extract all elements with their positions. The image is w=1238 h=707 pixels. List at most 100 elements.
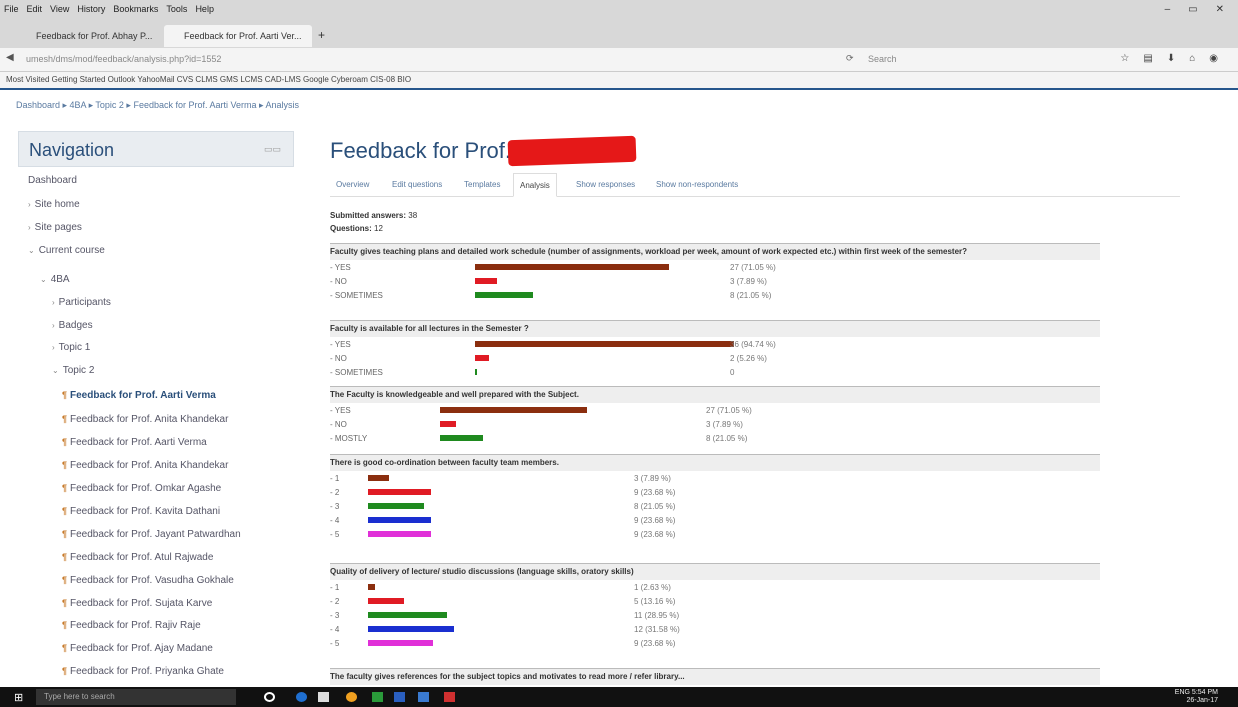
navigation-item[interactable]: ¶ Feedback for Prof. Omkar Agashe — [62, 483, 221, 494]
taskbar-search[interactable]: Type here to search — [36, 689, 236, 705]
download-icon[interactable]: ⬇ — [1167, 53, 1175, 64]
answer-value: 8 (21.05 %) — [730, 291, 772, 300]
navigation-item-label: Feedback for Prof. Sujata Karve — [70, 598, 213, 609]
chevron-down-icon[interactable]: ⌄ — [52, 366, 59, 375]
language-indicator: ENG — [1174, 689, 1190, 696]
reading-list-icon[interactable]: ▤ — [1143, 53, 1152, 64]
answer-bar — [440, 421, 456, 427]
navigation-item[interactable]: ¶ Feedback for Prof. Sujata Karve — [62, 598, 212, 609]
answer-label: - 4 — [330, 516, 340, 525]
chevron-down-icon[interactable]: ⌄ — [40, 275, 47, 284]
toolbar-icons: ☆ ▤ ⬇ ⌂ ◉ — [1120, 53, 1218, 64]
tab-strip: Feedback for Prof. Abhay P... Feedback f… — [0, 22, 1238, 48]
navigation-header: Navigation ▭▭ — [18, 131, 294, 167]
navigation-item[interactable]: ¶ Feedback for Prof. Rajiv Raje — [62, 620, 201, 631]
breadcrumb[interactable]: Dashboard ▸ 4BA ▸ Topic 2 ▸ Feedback for… — [16, 100, 299, 111]
navigation-item[interactable]: › Badges — [52, 320, 93, 331]
answer-bar — [475, 278, 497, 284]
navigation-item[interactable]: › Participants — [52, 297, 111, 308]
tab-show-non-respondents[interactable]: Show non-respondents — [650, 173, 744, 197]
shield-icon[interactable]: ◉ — [1209, 53, 1218, 64]
answer-label: - 5 — [330, 639, 340, 648]
navigation-item[interactable]: ¶ Feedback for Prof. Atul Rajwade — [62, 552, 213, 563]
tab-overview[interactable]: Overview — [330, 173, 375, 197]
menu-item[interactable]: History — [77, 4, 105, 14]
system-tray: ENG 5:54 PM 26-Jan-17 — [1175, 689, 1218, 705]
navigation-item[interactable]: ¶ Feedback for Prof. Jayant Patwardhan — [62, 529, 241, 540]
navigation-item[interactable]: ¶ Feedback for Prof. Anita Khandekar — [62, 460, 228, 471]
tab-analysis[interactable]: Analysis — [513, 173, 557, 197]
answer-label: - MOSTLY — [330, 434, 368, 443]
chevron-right-icon[interactable]: › — [28, 200, 31, 209]
answer-bar — [475, 341, 734, 347]
answer-value: 0 — [730, 368, 735, 377]
navigation-item[interactable]: ¶ Feedback for Prof. Kavita Dathani — [62, 506, 220, 517]
taskbar: ⊞ Type here to search ENG 5:54 PM 26-Jan… — [0, 687, 1238, 707]
answer-bar — [368, 612, 447, 618]
navigation-item[interactable]: ⌄ Topic 2 — [52, 365, 94, 376]
back-icon[interactable]: ◀ — [6, 52, 14, 63]
store-icon[interactable] — [418, 692, 429, 702]
chevron-right-icon[interactable]: › — [28, 223, 31, 232]
chevron-right-icon[interactable]: › — [52, 343, 55, 352]
navigation-item[interactable]: ¶ Feedback for Prof. Ajay Madane — [62, 643, 213, 654]
feedback-module-icon: ¶ — [62, 575, 68, 585]
navigation-item[interactable]: ¶ Feedback for Prof. Vasudha Gokhale — [62, 575, 234, 586]
answer-value: 9 (23.68 %) — [634, 516, 676, 525]
word-icon[interactable] — [394, 692, 405, 702]
answer-value: 8 (21.05 %) — [634, 502, 676, 511]
navigation-item[interactable]: Dashboard — [28, 175, 77, 186]
navigation-item-label: Feedback for Prof. Ajay Madane — [70, 643, 213, 654]
firefox-icon[interactable] — [346, 692, 357, 702]
navigation-item[interactable]: ⌄ 4BA — [40, 274, 70, 285]
reload-icon[interactable]: ⟳ — [846, 53, 854, 64]
answer-value: 3 (7.89 %) — [730, 277, 767, 286]
maximize-button[interactable]: ▭ — [1188, 4, 1197, 15]
url-bar[interactable]: umesh/dms/mod/feedback/analysis.php?id=1… — [20, 52, 840, 68]
menu-item[interactable]: Tools — [166, 4, 187, 14]
answer-label: - 1 — [330, 583, 340, 592]
tab-show-responses[interactable]: Show responses — [570, 173, 641, 197]
windows-start-icon[interactable]: ⊞ — [14, 691, 26, 704]
menu-item[interactable]: View — [50, 4, 69, 14]
answer-bar — [368, 475, 389, 481]
menu-item[interactable]: Edit — [27, 4, 43, 14]
chevron-right-icon[interactable]: › — [52, 321, 55, 330]
navigation-item[interactable]: ¶ Feedback for Prof. Anita Khandekar — [62, 414, 228, 425]
task-view-icon[interactable] — [264, 692, 275, 702]
answer-bar — [475, 369, 477, 375]
chevron-right-icon[interactable]: › — [52, 298, 55, 307]
edge-icon[interactable] — [296, 692, 307, 702]
home-icon[interactable]: ⌂ — [1189, 53, 1195, 64]
app-icon[interactable] — [444, 692, 455, 702]
answer-row: - 1 3 (7.89 %) — [330, 472, 1100, 486]
close-button[interactable]: ✕ — [1216, 4, 1224, 15]
new-tab-button[interactable]: + — [318, 28, 325, 42]
menu-item[interactable]: Bookmarks — [113, 4, 158, 14]
browser-tab[interactable]: Feedback for Prof. Abhay P... — [16, 25, 164, 47]
tab-templates[interactable]: Templates — [458, 173, 506, 197]
navigation-item[interactable]: ¶ Feedback for Prof. Priyanka Ghate — [62, 666, 224, 677]
navigation-item[interactable]: ¶ Feedback for Prof. Aarti Verma — [62, 390, 216, 401]
navigation-item[interactable]: › Site pages — [28, 222, 82, 233]
excel-icon[interactable] — [372, 692, 383, 702]
search-input[interactable]: Search — [862, 52, 1062, 68]
navigation-item[interactable]: ¶ Feedback for Prof. Aarti Verma — [62, 437, 207, 448]
menu-item[interactable]: Help — [195, 4, 214, 14]
navigation-item[interactable]: › Site home — [28, 199, 80, 210]
navigation-item[interactable]: ⌄ Current course — [28, 245, 105, 256]
browser-tab-active[interactable]: Feedback for Prof. Aarti Ver... — [164, 25, 312, 47]
bookmarks-bar[interactable]: Most Visited Getting Started Outlook Yah… — [0, 72, 1238, 90]
navigation-toolbar: ◀ umesh/dms/mod/feedback/analysis.php?id… — [0, 48, 1238, 72]
answer-row: - YES 36 (94.74 %) — [330, 338, 1100, 352]
menu-item[interactable]: File — [4, 4, 19, 14]
feedback-module-icon: ¶ — [62, 643, 68, 653]
tab-edit-questions[interactable]: Edit questions — [386, 173, 448, 197]
question-text: Quality of delivery of lecture/ studio d… — [330, 564, 1100, 580]
dock-icon[interactable]: ▭▭ — [264, 144, 281, 155]
chevron-down-icon[interactable]: ⌄ — [28, 246, 35, 255]
file-explorer-icon[interactable] — [318, 692, 329, 702]
navigation-item[interactable]: › Topic 1 — [52, 342, 90, 353]
minimize-button[interactable]: – — [1165, 4, 1171, 15]
star-icon[interactable]: ☆ — [1120, 53, 1129, 64]
